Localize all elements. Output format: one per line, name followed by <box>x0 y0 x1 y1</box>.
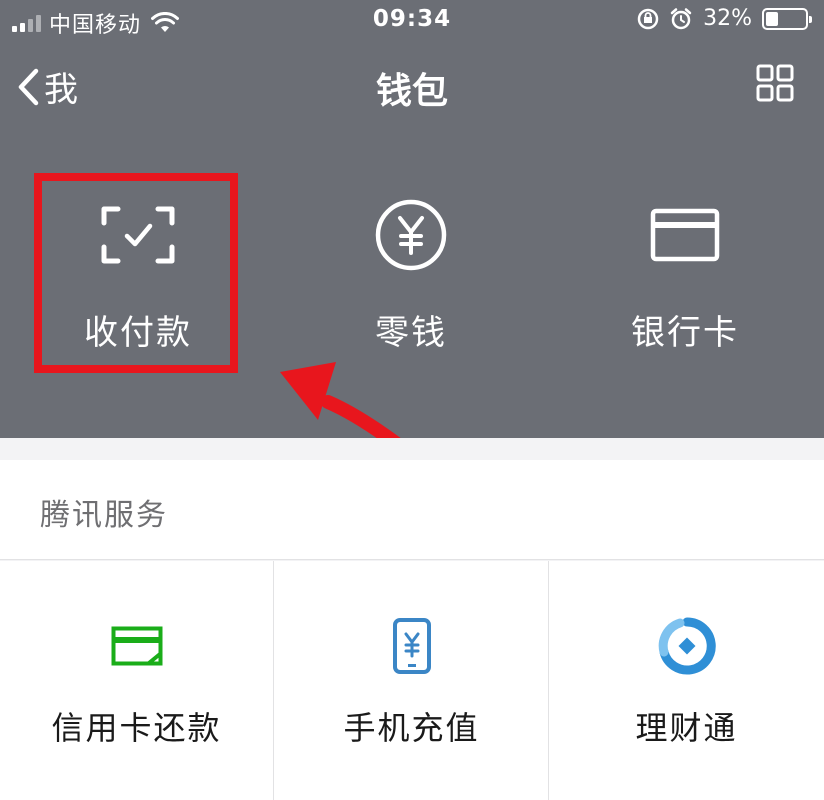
wealth-icon <box>658 617 716 675</box>
service-credit-card-repay[interactable]: 信用卡还款 <box>0 561 274 800</box>
service-phone-recharge[interactable]: 手机充值 <box>275 561 549 800</box>
services-grid: 信用卡还款 手机充值 理财通 <box>0 561 824 800</box>
service-wealth[interactable]: 理财通 <box>549 561 824 800</box>
grid-menu-button[interactable] <box>756 64 794 106</box>
wallet-item-bank-card[interactable]: 银行卡 <box>585 175 785 354</box>
section-title: 腾讯服务 <box>40 498 168 533</box>
wallet-item-change[interactable]: 零钱 <box>311 175 511 354</box>
bank-card-icon <box>650 208 720 262</box>
battery-fill <box>766 11 779 26</box>
grid-icon <box>756 64 794 102</box>
highlight-box <box>34 173 238 373</box>
service-label: 手机充值 <box>343 709 480 747</box>
battery-percent: 32% <box>703 6 752 31</box>
status-bar-right: 32% <box>637 6 812 31</box>
yuan-coin-icon <box>375 199 447 271</box>
battery-icon <box>762 7 812 30</box>
service-label: 信用卡还款 <box>51 709 222 747</box>
alarm-icon <box>670 7 692 29</box>
services-area: 腾讯服务 信用卡还款 手机充值 理财通 <box>0 438 824 800</box>
status-bar: 中国移动 09:34 32% <box>0 0 824 40</box>
credit-card-icon <box>111 626 162 666</box>
phone-recharge-icon <box>392 618 431 674</box>
page-title: 钱包 <box>375 71 448 112</box>
wallet-item-label: 银行卡 <box>631 313 739 353</box>
section-header: 腾讯服务 <box>0 460 824 560</box>
wallet-item-label: 零钱 <box>375 313 447 353</box>
rotation-lock-icon <box>637 8 659 29</box>
nav-bar: 我 钱包 <box>0 50 824 120</box>
service-label: 理财通 <box>635 709 738 747</box>
